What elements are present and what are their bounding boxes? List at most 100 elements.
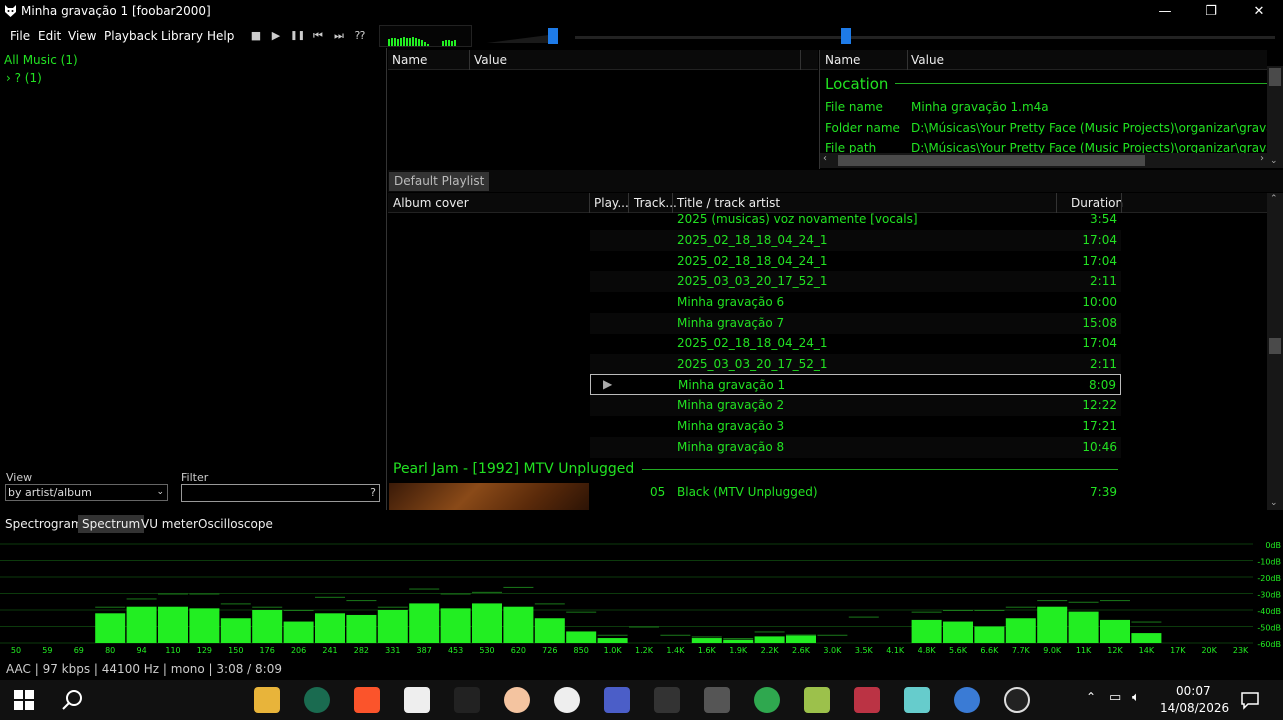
spectrum-peak bbox=[848, 616, 879, 618]
vscroll-thumb[interactable] bbox=[1269, 338, 1281, 354]
tab-spectrogram[interactable]: Spectrogram bbox=[1, 515, 87, 533]
store-icon[interactable] bbox=[404, 687, 430, 713]
col-value[interactable]: Value bbox=[474, 53, 507, 67]
mini-visualizer bbox=[379, 25, 472, 47]
seek-thumb[interactable] bbox=[841, 28, 851, 44]
pause-button[interactable]: ❚❚ bbox=[290, 29, 305, 43]
playlist-row[interactable]: Minha gravação 6 10:00 bbox=[590, 292, 1121, 313]
property-row: File name Minha gravação 1.m4a bbox=[825, 100, 1049, 114]
row-title: 2025_02_18_18_04_24_1 bbox=[677, 254, 828, 268]
filter-help-icon[interactable]: ? bbox=[370, 486, 376, 499]
menu-library[interactable]: Library bbox=[161, 29, 203, 43]
spectrum-peak bbox=[911, 611, 942, 613]
playlist-row-now-playing[interactable]: ▶ Minha gravação 1 8:09 bbox=[590, 374, 1121, 395]
spectrum-bar bbox=[1037, 606, 1068, 643]
filter-input[interactable]: ? bbox=[181, 484, 380, 502]
stop-button[interactable]: ■ bbox=[249, 29, 263, 43]
col-track[interactable]: Track... bbox=[634, 196, 677, 210]
spectrum-freq-label: 2.6K bbox=[792, 646, 811, 655]
spectrum-bar bbox=[1131, 633, 1162, 643]
col-name[interactable]: Name bbox=[392, 53, 427, 67]
col-value[interactable]: Value bbox=[911, 53, 944, 67]
spectrum-bar bbox=[503, 606, 534, 643]
tab-spectrum[interactable]: Spectrum bbox=[78, 515, 145, 533]
view-select[interactable]: by artist/album ⌄ bbox=[5, 484, 168, 501]
col-name[interactable]: Name bbox=[825, 53, 860, 67]
previous-button[interactable]: ⏮ bbox=[311, 29, 325, 43]
qbittorrent-icon[interactable] bbox=[954, 687, 980, 713]
clock-time[interactable]: 00:07 bbox=[1176, 684, 1211, 698]
tab-vu-meter[interactable]: VU meter bbox=[137, 515, 202, 533]
file-explorer-icon[interactable] bbox=[254, 687, 280, 713]
minimize-button[interactable]: — bbox=[1142, 0, 1188, 23]
hscroll-thumb[interactable] bbox=[838, 155, 1145, 166]
volume-thumb[interactable] bbox=[548, 28, 558, 44]
spectrum-bar bbox=[220, 618, 251, 643]
spectrum-freq-label: 176 bbox=[260, 646, 275, 655]
playlist-row[interactable]: 05 Black (MTV Unplugged) 7:39 bbox=[590, 482, 1121, 503]
search-icon[interactable] bbox=[61, 689, 83, 711]
brave-icon[interactable] bbox=[354, 687, 380, 713]
playlist-row[interactable]: Minha gravação 3 17:21 bbox=[590, 416, 1121, 437]
menu-file[interactable]: File bbox=[10, 29, 30, 43]
seek-bar[interactable] bbox=[575, 36, 1275, 39]
playlist-row[interactable]: 2025_02_18_18_04_24_1 17:04 bbox=[590, 251, 1121, 272]
clock-date[interactable]: 14/08/2026 bbox=[1160, 701, 1229, 715]
vscroll-thumb[interactable] bbox=[1269, 68, 1281, 86]
notes-app-icon[interactable] bbox=[904, 687, 930, 713]
network-icon[interactable]: ▭ bbox=[1109, 690, 1121, 705]
vpn-app-icon[interactable] bbox=[604, 687, 630, 713]
steam-icon[interactable] bbox=[1004, 687, 1030, 713]
playlist-row[interactable]: Minha gravação 8 10:46 bbox=[590, 437, 1121, 458]
spectrum-bar bbox=[974, 626, 1005, 643]
tray-chevron-icon[interactable]: ⌃ bbox=[1086, 690, 1096, 704]
browser-icon[interactable] bbox=[304, 687, 330, 713]
properties-vscrollbar[interactable]: ⌄ bbox=[1267, 66, 1283, 168]
character-app-icon[interactable] bbox=[504, 687, 530, 713]
archive-app-icon[interactable] bbox=[804, 687, 830, 713]
menu-playback[interactable]: Playback bbox=[104, 29, 158, 43]
playlist-vscrollbar[interactable]: ⌃ ⌄ bbox=[1267, 193, 1283, 510]
playlist-row[interactable]: Minha gravação 2 12:22 bbox=[590, 395, 1121, 416]
spectrum-peak bbox=[409, 588, 440, 590]
bee-app-icon[interactable] bbox=[554, 687, 580, 713]
col-duration[interactable]: Duration bbox=[1071, 196, 1123, 210]
playlist-row[interactable]: 2025_03_03_20_17_52_1 2:11 bbox=[590, 271, 1121, 292]
playlist-row[interactable]: 2025_02_18_18_04_24_1 17:04 bbox=[590, 333, 1121, 354]
gamepad-icon[interactable] bbox=[704, 687, 730, 713]
col-playing[interactable]: Play... bbox=[594, 196, 629, 210]
tree-unknown-artist[interactable]: › ? (1) bbox=[6, 71, 42, 85]
windows-start-icon[interactable] bbox=[14, 690, 34, 710]
play-button[interactable]: ▶ bbox=[269, 29, 283, 43]
tree-all-music[interactable]: All Music (1) bbox=[4, 53, 78, 67]
spectrum-bar bbox=[95, 613, 126, 643]
spectrum-freq-label: 11K bbox=[1076, 646, 1092, 655]
tab-oscilloscope[interactable]: Oscilloscope bbox=[194, 515, 277, 533]
menu-view[interactable]: View bbox=[68, 29, 96, 43]
volume-icon[interactable]: 🔈︎ bbox=[1132, 690, 1140, 705]
playlist-row[interactable]: 2025 (musicas) voz novamente [vocals] 3:5… bbox=[590, 213, 1121, 230]
equalizer-app-icon[interactable] bbox=[454, 687, 480, 713]
spectrum-peak bbox=[566, 611, 597, 613]
menu-edit[interactable]: Edit bbox=[38, 29, 61, 43]
col-album-cover[interactable]: Album cover bbox=[393, 196, 469, 210]
notifications-icon[interactable] bbox=[1240, 690, 1260, 710]
random-button[interactable]: ⁇ bbox=[353, 29, 367, 43]
spectrum-freq-label: 331 bbox=[385, 646, 400, 655]
row-title: 2025_02_18_18_04_24_1 bbox=[677, 233, 828, 247]
spectrum-freq-label: 94 bbox=[137, 646, 147, 655]
next-button[interactable]: ⏭ bbox=[332, 29, 346, 43]
playlist-row[interactable]: 2025_02_18_18_04_24_1 17:04 bbox=[590, 230, 1121, 251]
green-app-icon[interactable] bbox=[754, 687, 780, 713]
playlist-row[interactable]: 2025_03_03_20_17_52_1 2:11 bbox=[590, 354, 1121, 375]
maximize-button[interactable]: ❐ bbox=[1188, 0, 1234, 23]
col-title[interactable]: Title / track artist bbox=[677, 196, 780, 210]
editor-app-icon[interactable] bbox=[854, 687, 880, 713]
close-button[interactable]: ✕ bbox=[1236, 0, 1282, 23]
properties-hscrollbar[interactable]: ‹ › bbox=[820, 153, 1267, 168]
tab-default-playlist[interactable]: Default Playlist bbox=[389, 172, 490, 191]
playlist-row[interactable]: Minha gravação 7 15:08 bbox=[590, 313, 1121, 334]
spectrum-freq-label: 80 bbox=[105, 646, 115, 655]
menu-help[interactable]: Help bbox=[207, 29, 234, 43]
foobar-taskbar-icon[interactable] bbox=[654, 687, 680, 713]
